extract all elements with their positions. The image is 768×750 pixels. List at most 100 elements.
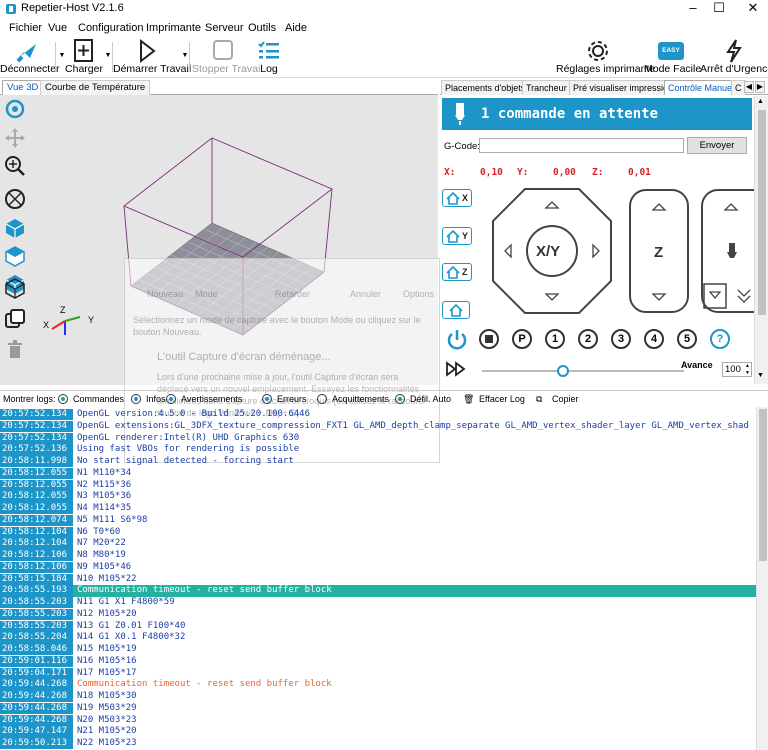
log-row[interactable]: 20:58:12.055 N4 M114*35 [0, 503, 756, 515]
log-row[interactable]: 20:59:44.268 N20 M503*23 [0, 714, 756, 726]
warnings-toggle[interactable]: Avertissements [181, 394, 242, 404]
scroll-up-icon[interactable]: ▲ [757, 98, 764, 105]
extruder-jog-pad[interactable] [700, 188, 754, 314]
scroll-thumb[interactable] [758, 110, 766, 315]
home-x-button[interactable]: X [442, 189, 472, 207]
commands-toggle-icon[interactable] [58, 394, 68, 404]
log-row[interactable]: 20:57:52.134 OpenGL extensions:GL_3DFX_te… [0, 420, 756, 433]
advance-slider-thumb[interactable] [556, 365, 569, 377]
menu-fichier[interactable]: Fichier [9, 22, 42, 34]
advance-slider[interactable] [482, 365, 684, 377]
spinner-icon[interactable]: ▲ ▼ [745, 363, 750, 377]
maximize-icon[interactable]: ☐ [704, 0, 734, 18]
log-row[interactable]: 20:59:01.116 N16 M105*16 [0, 655, 756, 668]
log-row[interactable]: 20:58:12.104 N6 T0*60 [0, 526, 756, 538]
help-button[interactable]: ? [710, 329, 730, 349]
start-job-button[interactable]: Démarrer Travail [113, 38, 191, 78]
home-all-button[interactable] [442, 301, 470, 319]
emergency-stop-button[interactable]: Arrêt d'Urgence [700, 38, 768, 78]
tab-print-preview[interactable]: Pré visualiser impression [569, 80, 678, 95]
clear-log-button[interactable]: Effacer Log [479, 394, 525, 404]
trash-icon[interactable]: 🗑 [463, 394, 474, 405]
log-scrollbar[interactable] [756, 407, 768, 750]
log-row[interactable]: 20:58:12.104 N7 M20*22 [0, 538, 756, 550]
infos-toggle-icon[interactable] [131, 394, 141, 404]
log-row[interactable]: 20:59:44.268 N19 M503*29 [0, 702, 756, 715]
power-icon[interactable] [445, 328, 469, 352]
log-row[interactable]: 20:58:12.055 N1 M110*34 [0, 467, 756, 480]
log-row[interactable]: 20:58:12.074 N5 M111 S6*98 [0, 514, 756, 527]
fit-view-icon[interactable] [4, 188, 26, 210]
acks-toggle-icon[interactable] [317, 394, 327, 404]
menu-serveur[interactable]: Serveur [205, 22, 244, 34]
load-dropdown-icon[interactable]: ▼ [104, 52, 112, 60]
preset-3-button[interactable]: 3 [611, 329, 631, 349]
tab-3d-view[interactable]: Vue 3D [2, 80, 44, 95]
park-button[interactable]: P [512, 329, 532, 349]
preset-1-button[interactable]: 1 [545, 329, 565, 349]
log-row[interactable]: 20:58:55.193 Communication timeout - rese… [0, 585, 756, 597]
errors-toggle-icon[interactable] [262, 394, 272, 404]
log-row[interactable]: 20:58:12.106 N8 M80*19 [0, 550, 756, 562]
easy-mode-button[interactable]: EASY Mode Facile [644, 38, 701, 78]
tab-temperature-curve[interactable]: Courbe de Température [40, 80, 151, 95]
fast-forward-icon[interactable] [445, 361, 467, 377]
log-row[interactable]: 20:58:12.055 N2 M115*36 [0, 479, 756, 491]
infos-toggle[interactable]: Infos [146, 394, 166, 404]
log-row[interactable]: 20:57:52.136 Using fast VBOs for renderin… [0, 444, 756, 456]
preset-2-button[interactable]: 2 [578, 329, 598, 349]
move-icon[interactable] [4, 127, 26, 149]
motors-off-button[interactable] [479, 329, 499, 349]
tab-object-placement[interactable]: Placements d'objets [441, 80, 530, 95]
menu-vue[interactable]: Vue [48, 22, 67, 34]
menu-outils[interactable]: Outils [248, 22, 276, 34]
printer-settings-button[interactable]: Réglages imprimante [556, 38, 655, 78]
copy-log-button[interactable]: Copier [552, 394, 579, 404]
log-row[interactable]: 20:58:15.184 N10 M105*22 [0, 573, 756, 585]
log-row[interactable]: 20:59:44.268 Communication timeout - rese… [0, 679, 756, 691]
log-row[interactable]: 20:58:12.055 N3 M105*36 [0, 491, 756, 503]
log-row[interactable]: 20:59:50.213 N22 M105*23 [0, 738, 756, 750]
send-button[interactable]: Envoyer [687, 137, 747, 154]
tab-scroll-right-icon[interactable]: ▶ [755, 81, 765, 93]
autoscroll-toggle[interactable]: Défil. Auto [410, 394, 451, 404]
log-scroll-thumb[interactable] [759, 409, 767, 561]
errors-toggle[interactable]: Erreurs [277, 394, 307, 404]
log-row[interactable]: 20:59:44.268 N18 M105*30 [0, 691, 756, 703]
scroll-down-icon[interactable]: ▼ [757, 372, 764, 379]
cube-top-icon[interactable] [4, 245, 26, 267]
trash-icon[interactable] [4, 338, 26, 360]
log-row[interactable]: 20:59:47.147 N21 M105*20 [0, 726, 756, 738]
log-row[interactable]: 20:57:52.134 OpenGL renderer:Intel(R) UHD… [0, 432, 756, 444]
cube-front-icon[interactable] [4, 217, 26, 239]
home-y-button[interactable]: Y [442, 227, 472, 245]
cube-outline-icon[interactable] [4, 277, 26, 299]
copy-icon[interactable]: ⧉ [536, 394, 542, 405]
commands-toggle[interactable]: Commandes [73, 394, 124, 404]
close-icon[interactable]: ✕ [738, 0, 768, 18]
log-row[interactable]: 20:58:55.203 N12 M105*20 [0, 608, 756, 621]
tab-manual-control[interactable]: Contrôle Manuel [664, 80, 739, 95]
advance-input[interactable]: 100 ▲ ▼ [722, 362, 752, 377]
menu-aide[interactable]: Aide [285, 22, 307, 34]
gcode-input[interactable] [479, 138, 684, 153]
autoscroll-toggle-icon[interactable] [395, 394, 405, 404]
stop-job-button[interactable]: Stopper Travail [192, 38, 263, 78]
zoom-icon[interactable] [4, 155, 26, 177]
log-button[interactable]: Log [254, 38, 284, 78]
log-row[interactable]: 20:58:58.046 N15 M105*19 [0, 644, 756, 656]
copy-objects-icon[interactable] [4, 308, 26, 330]
log-row[interactable]: 20:58:55.203 N13 G1 Z0.01 F100*40 [0, 620, 756, 632]
home-z-button[interactable]: Z [442, 263, 472, 281]
preset-4-button[interactable]: 4 [644, 329, 664, 349]
log-row[interactable]: 20:58:11.998 No start signal detected - f… [0, 456, 756, 468]
log-row[interactable]: 20:59:04.171 N17 M105*17 [0, 667, 756, 679]
log-list[interactable]: 20:57:52.134 OpenGL version:4.5.0 - Build… [0, 407, 756, 750]
preset-5-button[interactable]: 5 [677, 329, 697, 349]
panel-scrollbar[interactable]: ▲ ▼ [754, 96, 768, 384]
log-row[interactable]: 20:58:55.203 N11 G1 X1 F4800*59 [0, 597, 756, 609]
menu-imprimante[interactable]: Imprimante [146, 22, 201, 34]
acks-toggle[interactable]: Acquittements [332, 394, 389, 404]
rotate-icon[interactable] [4, 98, 26, 120]
log-row[interactable]: 20:57:52.134 OpenGL version:4.5.0 - Build… [0, 409, 756, 421]
